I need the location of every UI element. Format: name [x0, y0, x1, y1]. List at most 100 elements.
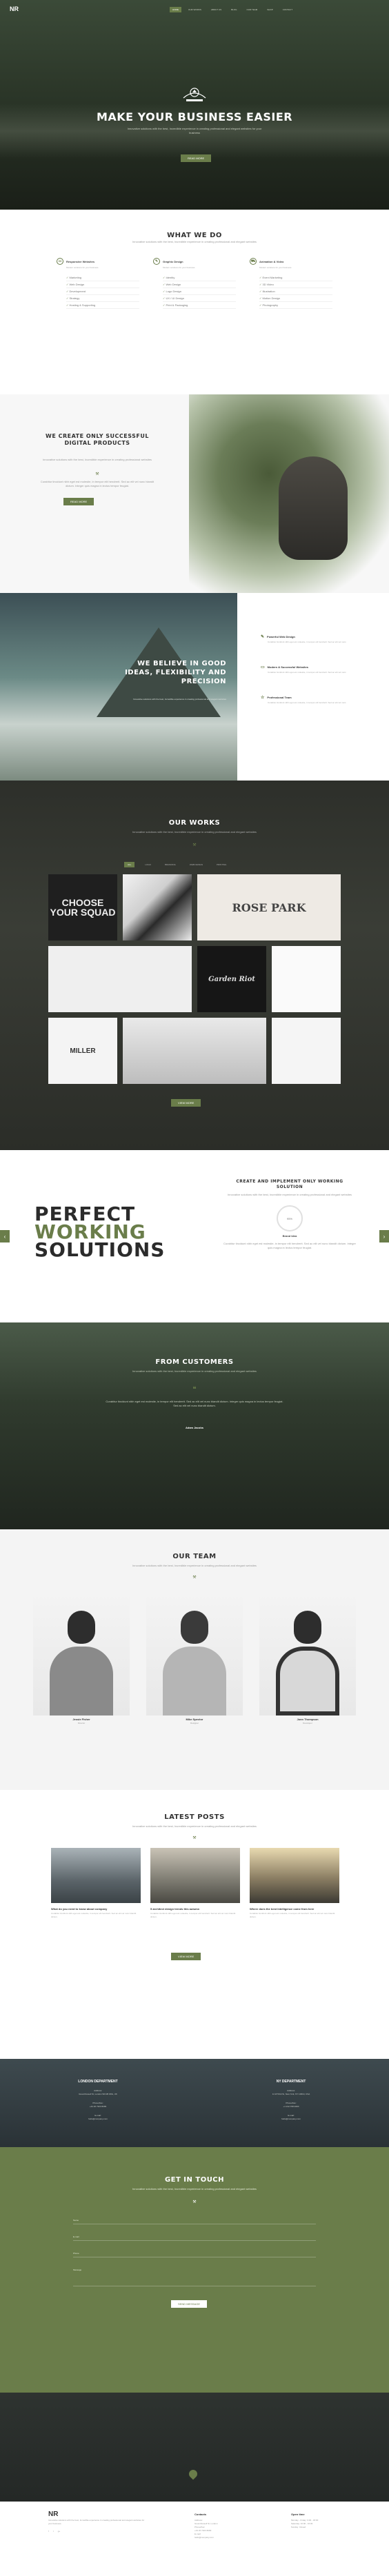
- social-links: f t g+: [48, 2530, 145, 2533]
- testimonial-quote: Curabitur tincidunt nibh eget est molest…: [106, 1400, 283, 1407]
- nav-item-home[interactable]: HOME: [170, 7, 181, 12]
- send-message-button[interactable]: SEND MESSAGE: [171, 2300, 208, 2308]
- service-column: ⛟ Animation & Video Modern solutions for …: [250, 258, 332, 309]
- portfolio-tile[interactable]: [123, 874, 192, 940]
- member-name: Mike Spector: [186, 1718, 203, 1721]
- crest-emblem-icon: [183, 88, 206, 101]
- section-subtitle: Innovative solutions with the best, Incr…: [132, 830, 257, 834]
- portfolio-tile[interactable]: [48, 946, 192, 1012]
- post-image: [150, 1848, 240, 1903]
- list-item: Marketing: [66, 274, 139, 281]
- feature-title: Modern & Successful Websites: [267, 665, 308, 669]
- portfolio-tile[interactable]: [272, 1018, 341, 1084]
- feature-title: Professional Team: [267, 696, 292, 699]
- view-more-button[interactable]: VIEW MORE: [171, 1953, 201, 1960]
- footer-logo[interactable]: NR: [48, 2511, 145, 2518]
- service-title: Graphic Design: [163, 259, 183, 263]
- phone-field[interactable]: Phone: [73, 2249, 316, 2257]
- twitter-icon[interactable]: t: [53, 2530, 54, 2533]
- list-item: Web Design: [66, 281, 139, 288]
- latest-posts-section: LATEST POSTS Innovative solutions with t…: [0, 1790, 389, 2059]
- divider-icon: ⚒: [192, 1836, 197, 1840]
- portfolio-tile[interactable]: [272, 946, 341, 1012]
- divider-icon: ⚒: [95, 472, 99, 476]
- cart-icon: ⛟: [250, 258, 257, 265]
- facebook-icon[interactable]: f: [48, 2530, 49, 2533]
- hero-read-more-button[interactable]: READ MORE: [181, 154, 212, 162]
- contact-form-section: GET IN TOUCH Innovative solutions with t…: [0, 2147, 389, 2393]
- filter-all[interactable]: ALL: [124, 862, 135, 867]
- post-card[interactable]: What do you need to know about company C…: [51, 1848, 141, 1919]
- service-title: Animation & Video: [259, 259, 284, 263]
- nav-item-about[interactable]: ABOUT US: [208, 7, 224, 12]
- email-value[interactable]: hello@company.com: [88, 2117, 108, 2120]
- filter-web-design[interactable]: WEB DESIGN: [186, 862, 206, 867]
- portfolio-tile[interactable]: ROSE PARK: [197, 874, 341, 940]
- map-pin-icon[interactable]: [187, 2468, 199, 2480]
- post-excerpt: Curabitur tincidunt nibh eget est molest…: [250, 1912, 335, 1918]
- nav-item-works[interactable]: OUR WORKS: [186, 7, 204, 12]
- google-plus-icon[interactable]: g+: [58, 2530, 60, 2533]
- portfolio-tile[interactable]: MILLER: [48, 1018, 117, 1084]
- footer-about-text: Innovative solutions with the best, Incr…: [48, 2519, 145, 2525]
- portfolio-tile[interactable]: CHOOSE YOUR SQUAD: [48, 874, 117, 940]
- service-desc: Modern solutions for your business: [259, 266, 292, 269]
- member-name: Jonn Thompson: [297, 1718, 319, 1721]
- pen-icon: ✎: [261, 635, 265, 639]
- list-item: Development: [66, 288, 139, 295]
- solution-block: CREATE AND IMPLEMENT ONLY WORKING SOLUTI…: [222, 1179, 357, 1250]
- service-column: ✎ Graphic Design Modern solutions for you…: [153, 258, 236, 309]
- team-member[interactable]: Jessie Fisher Director: [33, 1591, 130, 1724]
- email-field[interactable]: E-mail: [73, 2233, 316, 2241]
- post-title[interactable]: Where does the best Intelligence come fr…: [250, 1907, 339, 1911]
- filter-branding[interactable]: BRANDING: [161, 862, 179, 867]
- service-list: Identity Web Design Logo Design UX / UI …: [163, 274, 236, 309]
- name-field[interactable]: Name: [73, 2216, 316, 2224]
- footer-hours-title: Open time: [291, 2513, 305, 2516]
- nav-item-contact[interactable]: CONTACT: [280, 7, 295, 12]
- hero-title: MAKE YOUR BUSINESS EASIER: [96, 110, 293, 123]
- read-more-button[interactable]: READ MORE: [63, 498, 94, 505]
- nav-item-blog[interactable]: BLOG: [228, 7, 239, 12]
- post-card[interactable]: 5 architect design trends this autumn Cu…: [150, 1848, 240, 1919]
- map-section[interactable]: [0, 2393, 389, 2502]
- post-image: [250, 1848, 339, 1903]
- feature-item: ☆ Professional Team Curabitur tincidunt n…: [261, 695, 371, 705]
- service-title: Responsive Websites: [66, 259, 95, 263]
- filter-logo[interactable]: LOGO: [141, 862, 154, 867]
- filter-printing[interactable]: PRINTING: [213, 862, 230, 867]
- post-card[interactable]: Where does the best Intelligence come fr…: [250, 1848, 339, 1919]
- address-value: 11 W 53rd St, New York, NY 10019, USA: [272, 2093, 310, 2095]
- list-item: 3D Video: [259, 281, 332, 288]
- services-columns: ▭ Responsive Websites Modern solutions fo…: [57, 258, 332, 309]
- double-exposure-portrait: [189, 394, 389, 593]
- site-logo[interactable]: NR: [10, 6, 19, 12]
- avatar: [146, 1591, 243, 1715]
- post-title[interactable]: 5 architect design trends this autumn: [150, 1907, 240, 1911]
- quote-icon: ❝: [192, 1386, 197, 1393]
- portfolio-tile[interactable]: Garden Riot: [197, 946, 266, 1012]
- section-subtitle: Innovative solutions with the best, Incr…: [132, 1824, 257, 1828]
- contact-line[interactable]: hello@company.com: [194, 2536, 263, 2539]
- message-field[interactable]: Message: [73, 2266, 316, 2286]
- feature-item: ▭ Modern & Successful Websites Curabitur …: [261, 665, 371, 674]
- next-arrow-icon[interactable]: ›: [379, 1230, 389, 1242]
- department-card: NY DEPARTMENT Address: 11 W 53rd St, New …: [243, 2080, 339, 2121]
- address-value: Great Russell St, London WC1B 3DG, UK: [79, 2093, 117, 2095]
- section-title: LATEST POSTS: [164, 1813, 225, 1821]
- hours-line: Sunday: Closed: [291, 2526, 306, 2528]
- feature-item: ✎ Powerful Web Design Curabitur tincidunt…: [261, 634, 371, 644]
- team-members: Jessie Fisher Director Mike Spector Desi…: [33, 1591, 356, 1724]
- nav-item-team[interactable]: OUR TEAM: [243, 7, 260, 12]
- section-title: CREATE AND IMPLEMENT ONLY WORKING SOLUTI…: [236, 1179, 343, 1189]
- prev-arrow-icon[interactable]: ‹: [0, 1230, 10, 1242]
- nav-item-shop[interactable]: SHOP: [264, 7, 276, 12]
- team-member[interactable]: Jonn Thompson Developer: [259, 1591, 356, 1724]
- member-name: Jessie Fisher: [72, 1718, 90, 1721]
- portfolio-tile[interactable]: [123, 1018, 266, 1084]
- team-member[interactable]: Mike Spector Designer: [146, 1591, 243, 1724]
- view-more-button[interactable]: VIEW MORE: [171, 1099, 201, 1107]
- post-title[interactable]: What do you need to know about company: [51, 1907, 141, 1911]
- email-value[interactable]: hello@company.com: [281, 2117, 301, 2120]
- feature-desc: Curabitur tincidunt nibh eget est molest…: [268, 671, 347, 674]
